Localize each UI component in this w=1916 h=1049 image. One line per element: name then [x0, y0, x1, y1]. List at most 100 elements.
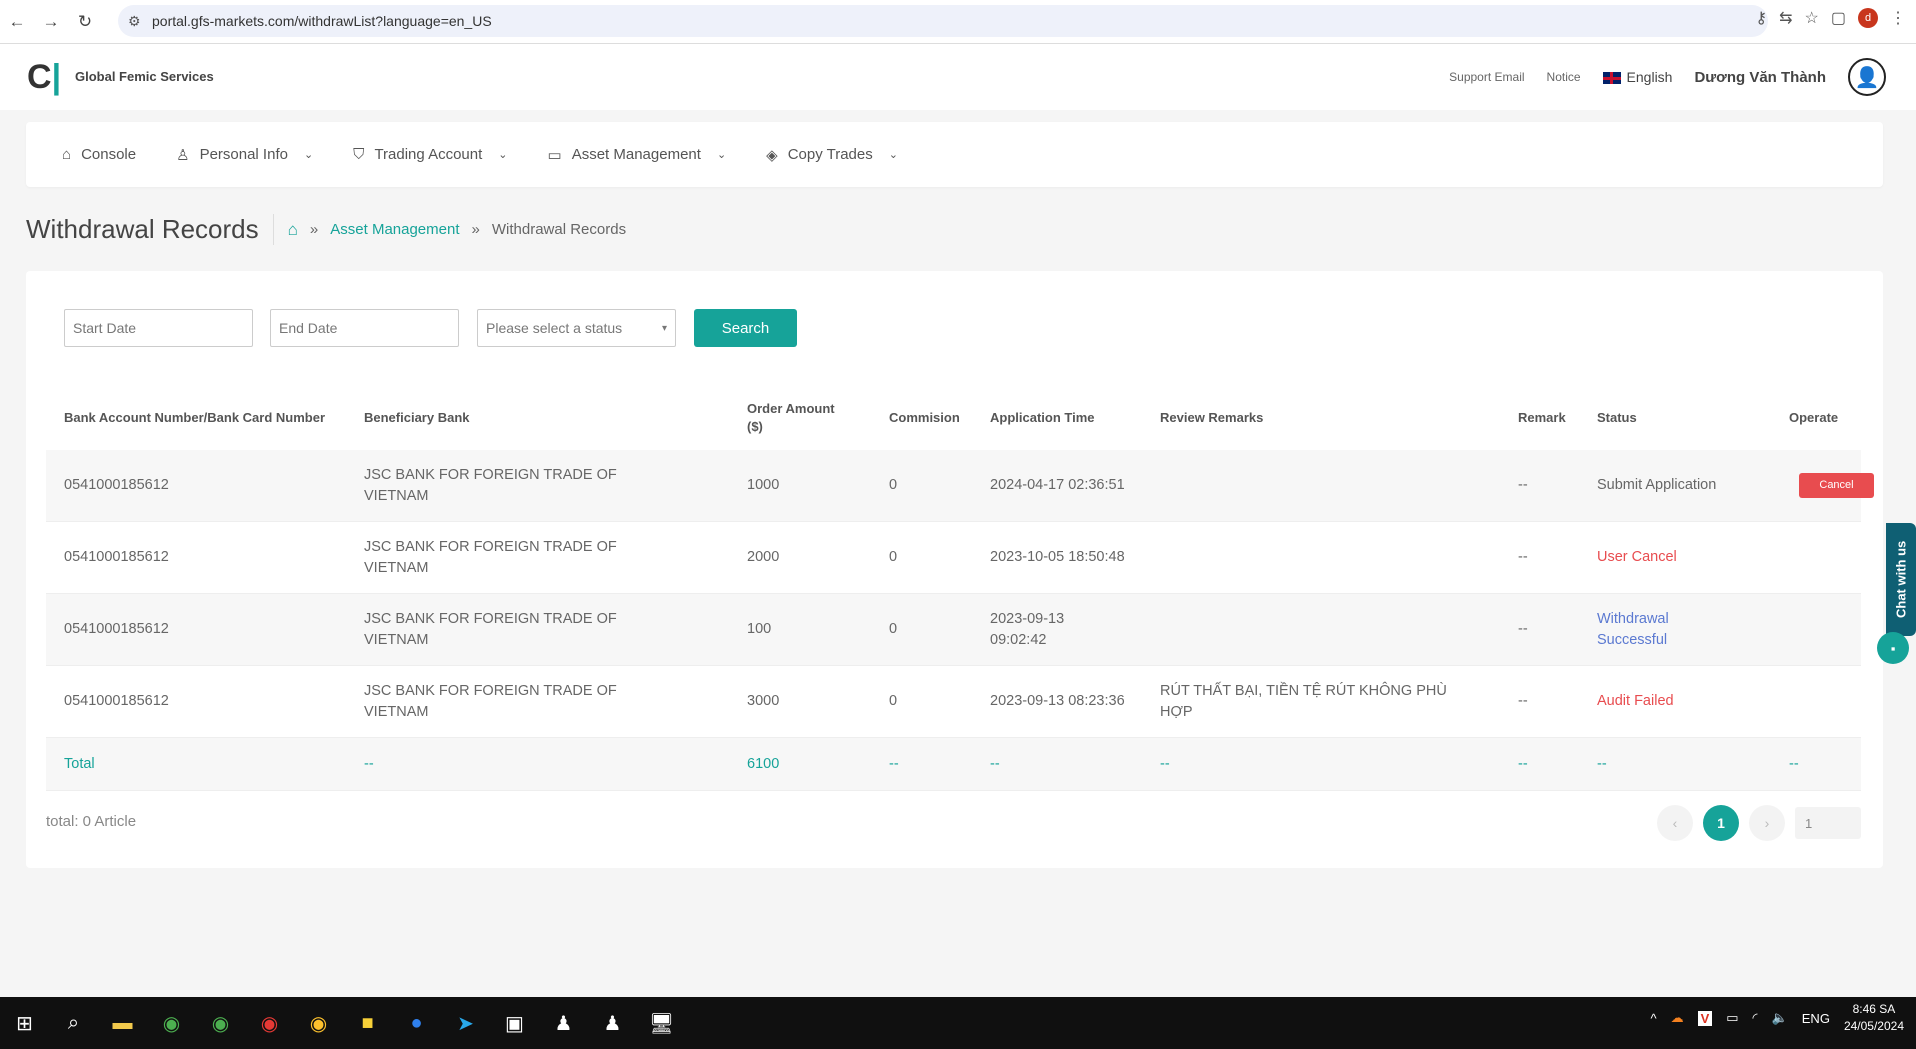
breadcrumb-current: Withdrawal Records	[491, 221, 627, 238]
clock-date: 24/05/2024	[1843, 1019, 1904, 1033]
back-icon[interactable]: ←	[0, 12, 34, 32]
page-title: Withdrawal Records	[26, 214, 274, 245]
main-nav: ⌂ Console ♙ Personal Info ⌄ ⛉ Trading Accoun…	[26, 122, 1883, 187]
reload-icon[interactable]: ↻	[68, 12, 102, 32]
app-icon[interactable]: ♟	[588, 997, 637, 1049]
wifi-icon[interactable]: ◜	[1753, 1010, 1758, 1026]
prev-page-button[interactable]: ‹	[1657, 805, 1693, 841]
card-icon: ▭	[547, 146, 562, 164]
nav-personal-info[interactable]: ♙ Personal Info ⌄	[176, 146, 313, 164]
nav-trading-account[interactable]: ⛉ Trading Account ⌄	[353, 146, 507, 163]
extensions-icon[interactable]: ▢	[1831, 8, 1846, 28]
chrome-icon[interactable]: ◉	[294, 997, 343, 1049]
breadcrumb-sep: »	[471, 221, 480, 238]
nav-asset-management[interactable]: ▭ Asset Management ⌄	[548, 146, 727, 164]
end-date-input[interactable]: End Date	[270, 309, 459, 347]
site-header: C| Global Femic Services Support Email N…	[0, 44, 1916, 110]
breadcrumb-asset-management[interactable]: Asset Management	[330, 221, 459, 238]
total-count: total: 0 Article	[46, 813, 137, 830]
nav-label: Copy Trades	[787, 146, 873, 163]
status-select[interactable]: Please select a status ▾	[477, 309, 676, 347]
remark: --	[1518, 477, 1528, 493]
account-number: 0541000185612	[64, 477, 169, 493]
user-name[interactable]: Dương Văn Thành	[1694, 69, 1826, 86]
brand-name: Global Femic Services	[75, 69, 214, 84]
total-dash: --	[364, 755, 374, 772]
chat-bubble-icon[interactable]: ▪	[1877, 632, 1909, 664]
commission: 0	[889, 693, 898, 709]
zalo-icon[interactable]: ●	[392, 997, 441, 1049]
application-time: 2023-10-05 18:50:48	[990, 549, 1125, 565]
tray-chevron-icon[interactable]: ^	[1650, 1011, 1656, 1026]
col-account: Bank Account Number/Bank Card Number	[64, 409, 326, 425]
file-explorer-icon[interactable]: ▬	[98, 997, 147, 1049]
breadcrumb: ⌂ » Asset Management » Withdrawal Record…	[288, 220, 626, 240]
status-text: Audit Failed	[1597, 693, 1674, 709]
logo[interactable]: C|	[27, 58, 61, 97]
bookmark-star-icon[interactable]: ☆	[1805, 8, 1819, 28]
user-avatar[interactable]: 👤	[1848, 58, 1886, 96]
telegram-icon[interactable]: ➤	[441, 997, 490, 1049]
total-label: Total	[64, 755, 95, 772]
total-dash: --	[990, 755, 1000, 772]
profile-avatar[interactable]: d	[1858, 8, 1878, 28]
nav-copy-trades[interactable]: ◈ Copy Trades ⌄	[766, 146, 898, 164]
total-amount: 6100	[747, 755, 780, 772]
windows-start-icon[interactable]: ⊞	[0, 997, 49, 1049]
page-1-button[interactable]: 1	[1703, 805, 1739, 841]
remote-desktop-icon[interactable]: 🖥	[637, 997, 686, 1049]
address-bar[interactable]: ⚙ portal.gfs-markets.com/withdrawList?lan…	[118, 5, 1768, 37]
translate-icon[interactable]: ⇆	[1779, 8, 1792, 28]
breadcrumb-sep: »	[309, 221, 319, 238]
chevron-down-icon: ⌄	[303, 149, 314, 161]
next-page-button[interactable]: ›	[1749, 805, 1785, 841]
password-key-icon[interactable]: ⚷	[1755, 8, 1767, 28]
nav-console[interactable]: ⌂ Console	[62, 146, 136, 163]
taskbar: ⊞ ⌕ ▬ ◉ ◉ ◉ ◉ ■ ● ➤ ▣ ♟ ♟ 🖥 ^ ☁ V ▭ ◜ 🔈 …	[0, 997, 1916, 1049]
status-text: User Cancel	[1597, 549, 1677, 565]
chat-with-us-tab[interactable]: Chat with us	[1886, 523, 1916, 636]
chrome-icon[interactable]: ◉	[147, 997, 196, 1049]
col-operate: Operate	[1789, 409, 1839, 425]
sticky-notes-icon[interactable]: ■	[343, 997, 392, 1049]
start-date-input[interactable]: Start Date	[64, 309, 253, 347]
app-icon[interactable]: ▣	[490, 997, 539, 1049]
volume-icon[interactable]: 🔈	[1772, 1010, 1788, 1026]
chrome-icon[interactable]: ◉	[245, 997, 294, 1049]
remark: --	[1518, 549, 1528, 565]
input-language[interactable]: ENG	[1802, 1011, 1830, 1026]
app-icon[interactable]: ♟	[539, 997, 588, 1049]
beneficiary-bank: JSC BANK FOR FOREIGN TRADE OF VIETNAM	[364, 682, 617, 720]
chrome-icon[interactable]: ◉	[196, 997, 245, 1049]
menu-icon[interactable]: ⋮	[1890, 8, 1906, 28]
cloud-icon[interactable]: ☁	[1671, 1010, 1684, 1026]
cancel-button[interactable]: Cancel	[1799, 473, 1874, 498]
commission: 0	[889, 477, 898, 493]
shield-icon: ⛉	[353, 146, 365, 163]
search-icon[interactable]: ⌕	[49, 997, 98, 1049]
remark: --	[1518, 621, 1528, 637]
status-placeholder: Please select a status	[486, 320, 623, 336]
app-v-icon[interactable]: V	[1697, 1010, 1713, 1026]
page-jump-input[interactable]: 1	[1795, 807, 1861, 839]
battery-icon[interactable]: ▭	[1726, 1010, 1738, 1026]
search-button[interactable]: Search	[694, 309, 797, 347]
support-email-link[interactable]: Support Email	[1449, 70, 1524, 84]
col-bank: Beneficiary Bank	[364, 409, 470, 425]
forward-icon[interactable]: →	[34, 12, 68, 32]
review-remarks: RÚT THẤT BẠI, TIỀN TỆ RÚT KHÔNG PHÙ HỢP	[1160, 682, 1447, 720]
account-number: 0541000185612	[64, 549, 169, 565]
browser-toolbar: ← → ↻ ⚙ portal.gfs-markets.com/withdrawLi…	[0, 0, 1916, 44]
status-text: Withdrawal Successful	[1597, 610, 1669, 648]
chevron-down-icon: ⌄	[888, 149, 898, 161]
clock-time: 8:46 SA	[1852, 1002, 1896, 1016]
chevron-down-icon: ⌄	[716, 149, 727, 161]
table-header: Bank Account Number/Bank Card Number Ben…	[46, 385, 1861, 450]
clock[interactable]: 8:46 SA 24/05/2024	[1844, 1001, 1904, 1035]
site-info-icon[interactable]: ⚙	[128, 13, 141, 30]
layers-icon: ◈	[766, 146, 778, 164]
total-dash: --	[889, 755, 899, 772]
home-icon[interactable]: ⌂	[288, 220, 298, 240]
notice-link[interactable]: Notice	[1547, 70, 1581, 84]
language-selector[interactable]: English	[1602, 69, 1672, 85]
